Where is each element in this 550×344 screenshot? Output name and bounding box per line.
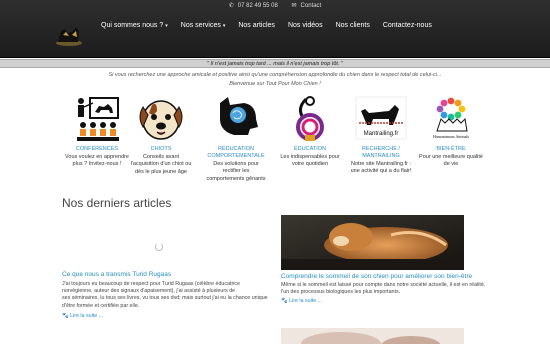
mantrailing-logo: Mantrailing.fr	[355, 96, 407, 140]
service-mantrailing[interactable]: Mantrailing.fr RECHERCHE / MANTRAILING N…	[349, 95, 413, 176]
article-title-link[interactable]: Comprendre le sommeil de son chien pour …	[281, 273, 472, 280]
svg-text:Humanimaux Animals: Humanimaux Animals	[433, 134, 470, 139]
dog-brain-icon	[220, 97, 258, 135]
service-bien-etre[interactable]: Humanimaux Animals BIEN-ÊTRE Pour une me…	[419, 95, 483, 169]
paw-icon: 🐾	[281, 298, 288, 304]
chevron-down-icon: ▾	[165, 23, 168, 29]
service-desc: Conseils avant l'acquisition d'un chiot …	[130, 154, 192, 175]
service-chiots[interactable]: CHIOTS Conseils avant l'acquisition d'un…	[129, 95, 193, 176]
nav-nos-videos[interactable]: Nos vidéos	[288, 22, 323, 29]
service-desc: Pour une meilleure qualité de vie	[419, 154, 483, 168]
service-reeducation[interactable]: RÉDUCATION COMPORTEMENTALE Des solutions…	[204, 95, 268, 183]
nav-nos-clients[interactable]: Nos clients	[336, 22, 370, 29]
read-more-link[interactable]: 🐾 Lire la suite ...	[62, 313, 103, 319]
contact-link[interactable]: ✉ Contact	[289, 3, 325, 9]
articles-heading: Nos derniers articles	[62, 196, 172, 210]
envelope-icon: ✉	[291, 3, 297, 9]
intro-welcome: Bienvenue sur Tout Pour Mon Chien !	[229, 80, 321, 87]
phone-link[interactable]: ✆ 07 82 49 55 08	[226, 3, 281, 9]
service-title: BIEN-ÊTRE	[436, 146, 466, 152]
puppy-icon	[139, 100, 183, 140]
loading-spinner-icon	[155, 243, 163, 251]
svg-text:Mantrailing.fr: Mantrailing.fr	[364, 131, 399, 137]
article-title-link[interactable]: Ce que nous a transmis Turid Rugaas	[62, 271, 171, 278]
nav-nos-articles[interactable]: Nos articles	[238, 22, 275, 29]
service-education[interactable]: ÉDUCATION Les indispensables pour votre …	[278, 95, 342, 169]
service-conferences[interactable]: CONFÉRENCES Vous voulez en apprendre plu…	[65, 95, 129, 169]
phone-icon: ✆	[228, 3, 234, 9]
article-excerpt: J'ai toujours eu beaucoup de respect pou…	[62, 281, 268, 309]
nav-contactez-nous[interactable]: Contactez-nous	[383, 22, 432, 29]
article-photo[interactable]	[281, 328, 464, 344]
top-contact-bar: ✆ 07 82 49 55 08 ✉ Contact	[0, 2, 550, 9]
article-excerpt: Même si le sommeil est laissé pour compt…	[281, 282, 486, 296]
chevron-down-icon: ▾	[222, 23, 226, 29]
service-desc: Vous voulez en apprendre plus ? Invitez-…	[65, 154, 129, 168]
quote-band: " Il n'est jamais trop tard ... mais il …	[0, 59, 550, 68]
site-logo[interactable]	[54, 23, 84, 47]
service-title: ÉDUCATION	[294, 146, 326, 152]
service-desc: Des solutions pour rectifier les comport…	[206, 161, 266, 182]
leash-icon	[296, 96, 324, 141]
intro-text: Si vous recherchez une approche amicale …	[0, 71, 550, 88]
service-title: CHIOTS	[150, 146, 172, 152]
article-photo[interactable]	[281, 215, 464, 270]
paw-icon: 🐾	[62, 313, 69, 319]
intro-line: Si vous recherchez une approche amicale …	[108, 72, 442, 78]
service-title: RECHERCHE / MANTRAILING	[362, 146, 400, 159]
service-desc: Les indispensables pour votre quotidien	[280, 154, 340, 168]
conference-icon	[77, 97, 119, 141]
read-more-link[interactable]: 🐾 Lire la suite ...	[281, 298, 322, 304]
service-title: CONFÉRENCES	[75, 146, 119, 152]
nav-nos-services[interactable]: Nos services ▾	[181, 22, 226, 29]
main-nav: Qui sommes nous ? ▾ Nos services ▾ Nos art…	[101, 22, 445, 29]
service-title: RÉDUCATION COMPORTEMENTALE	[207, 146, 265, 159]
wellbeing-logo: Humanimaux Animals	[433, 97, 470, 139]
site-header: ✆ 07 82 49 55 08 ✉ Contact Qui sommes nous…	[0, 0, 550, 58]
service-desc: Notre site Mantrailing.fr : une activité…	[350, 161, 412, 175]
nav-qui-sommes-nous[interactable]: Qui sommes nous ? ▾	[101, 22, 168, 29]
